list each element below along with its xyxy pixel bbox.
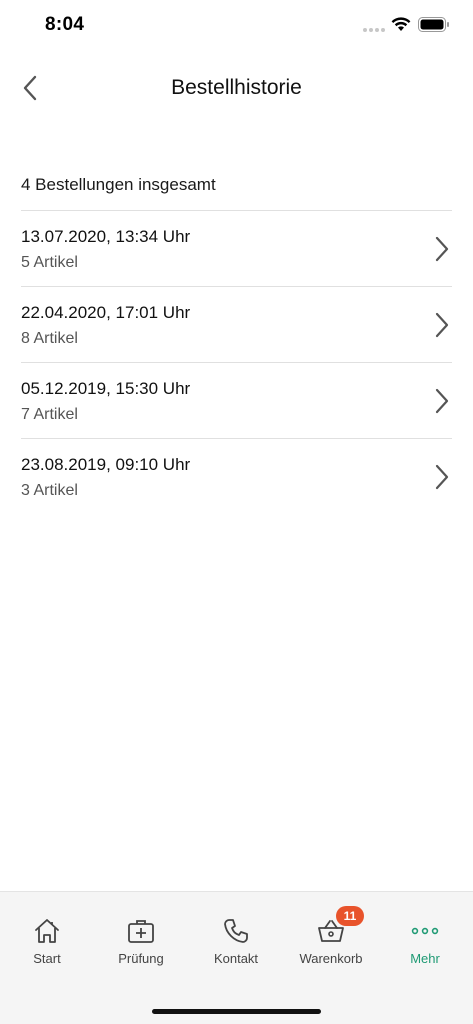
tab-label: Mehr	[410, 951, 440, 966]
order-row[interactable]: 05.12.2019, 15:30 Uhr 7 Artikel	[21, 362, 452, 438]
tab-label: Kontakt	[213, 951, 259, 966]
status-bar: 8:04	[0, 0, 473, 52]
tab-pruefung[interactable]: Prüfung	[94, 892, 188, 982]
order-date: 23.08.2019, 09:10 Uhr	[21, 455, 191, 474]
wifi-icon	[391, 17, 411, 31]
order-item-count: 3 Artikel	[21, 482, 78, 499]
tab-warenkorb[interactable]: 11 Warenkorb	[284, 892, 378, 982]
order-row[interactable]: 13.07.2020, 13:34 Uhr 5 Artikel	[21, 210, 452, 286]
cart-count-badge: 11	[336, 906, 364, 926]
order-list: 13.07.2020, 13:34 Uhr 5 Artikel 22.04.20…	[21, 210, 452, 514]
chevron-right-icon	[435, 312, 449, 338]
tab-start[interactable]: Start	[0, 892, 94, 982]
battery-icon	[418, 17, 449, 32]
medical-kit-icon	[128, 920, 154, 943]
navigation-bar: Bestellhistorie	[0, 60, 473, 116]
tab-label: Start	[33, 951, 61, 966]
home-icon	[35, 919, 59, 943]
order-row[interactable]: 22.04.2020, 17:01 Uhr 8 Artikel	[21, 286, 452, 362]
cellular-signal-icon	[363, 28, 385, 32]
order-item-count: 8 Artikel	[21, 330, 78, 347]
order-item-count: 7 Artikel	[21, 406, 78, 423]
order-row[interactable]: 23.08.2019, 09:10 Uhr 3 Artikel	[21, 438, 452, 514]
tab-kontakt[interactable]: Kontakt	[189, 892, 283, 982]
status-time: 8:04	[45, 14, 85, 35]
tab-bar: Start Prüfung Kontakt 11 Warenkorb Mehr	[0, 891, 473, 1024]
order-date: 13.07.2020, 13:34 Uhr	[21, 227, 191, 246]
phone-icon	[224, 919, 248, 943]
home-indicator	[152, 1009, 321, 1014]
chevron-right-icon	[435, 236, 449, 262]
orders-summary: 4 Bestellungen insgesamt	[21, 175, 216, 194]
chevron-right-icon	[435, 388, 449, 414]
page-title: Bestellhistorie	[171, 76, 302, 99]
screen: 8:04 Bestellhistorie 4 Bestellungen insg…	[0, 0, 473, 1024]
order-date: 22.04.2020, 17:01 Uhr	[21, 303, 191, 322]
order-item-count: 5 Artikel	[21, 254, 78, 271]
more-dots-icon	[411, 927, 439, 935]
order-date: 05.12.2019, 15:30 Uhr	[21, 379, 191, 398]
tab-label: Prüfung	[118, 951, 164, 966]
tab-mehr[interactable]: Mehr	[378, 892, 472, 982]
tab-label: Warenkorb	[299, 951, 363, 966]
chevron-right-icon	[435, 464, 449, 490]
